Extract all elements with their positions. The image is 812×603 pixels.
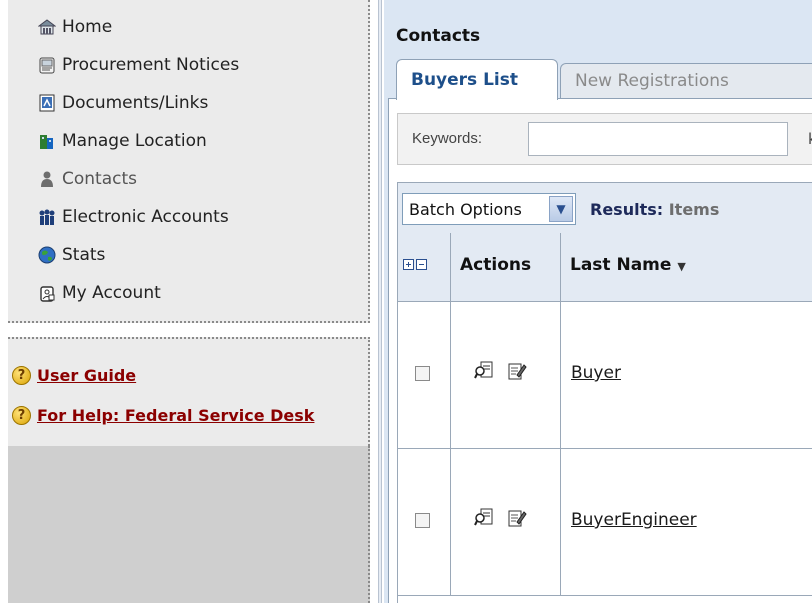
column-header-last-name[interactable]: Last Name ▼ [570,255,686,275]
sidebar-item-documents-links[interactable]: Documents/Links [38,90,208,116]
table-row: BuyerEngineer [398,449,812,596]
sidebar: Home Procurement Notices Documents/Links… [0,0,380,603]
help-icon: ? [12,365,31,385]
sidebar-item-label: Manage Location [62,131,207,151]
next-field-label: k [808,130,812,148]
tab-panel: Keywords: k Batch Options ▼ Results: Ite… [388,98,812,603]
column-divider [450,302,451,448]
row-checkbox[interactable] [415,513,430,528]
tab-buyers-list[interactable]: Buyers List [396,59,558,100]
results-items: Items [668,200,720,219]
sidebar-item-electronic-accounts[interactable]: Electronic Accounts [38,204,229,230]
expand-collapse-controls [403,259,427,270]
sidebar-item-label: Stats [62,245,106,265]
batch-options-label: Batch Options [409,199,522,219]
account-icon [38,284,56,302]
sort-desc-icon[interactable]: ▼ [677,260,685,273]
column-header-actions: Actions [460,255,532,275]
notices-icon [38,56,56,74]
search-bar: Keywords: k [397,113,812,165]
expand-all-icon[interactable] [403,259,414,270]
column-divider [450,233,451,301]
contacts-grid: Batch Options ▼ Results: Items Actions L… [397,182,812,603]
sidebar-item-label: Home [62,17,113,37]
sidebar-item-label: Procurement Notices [62,55,240,75]
panel-divider[interactable] [378,0,382,603]
contacts-icon [38,170,56,188]
row-checkbox[interactable] [415,366,430,381]
results-label: Results: [590,200,664,219]
keywords-label: Keywords: [412,130,483,147]
column-divider [560,302,561,448]
results-summary: Results: Items [590,200,719,219]
sidebar-filler [8,446,370,603]
last-name-link[interactable]: Buyer [571,363,621,383]
chevron-down-icon[interactable]: ▼ [549,196,573,222]
column-divider [450,449,451,595]
home-icon [37,18,57,36]
edit-icon[interactable] [507,508,527,528]
edit-icon[interactable] [507,361,527,381]
documents-icon [38,94,56,112]
globe-icon [38,246,56,264]
sidebar-item-label: Contacts [62,169,137,189]
sidebar-item-contacts[interactable]: Contacts [38,166,137,192]
sidebar-item-label: Documents/Links [62,93,209,113]
grid-toolbar: Batch Options ▼ Results: Items [398,183,812,234]
batch-options-select[interactable]: Batch Options ▼ [402,193,576,225]
accounts-icon [38,208,56,226]
sidebar-item-label: My Account [62,283,161,303]
sidebar-item-procurement-notices[interactable]: Procurement Notices [38,52,239,78]
user-guide-link[interactable]: User Guide [37,366,136,385]
column-divider [560,449,561,595]
grid-header-row: Actions Last Name ▼ [398,233,812,302]
sidebar-nav: Home Procurement Notices Documents/Links… [8,0,370,323]
help-panel: ? User Guide ? For Help: Federal Service… [8,337,370,446]
column-divider [560,233,561,301]
sidebar-item-home[interactable]: Home [37,14,113,40]
sidebar-item-label: Electronic Accounts [62,207,229,227]
table-row: Buyer [398,302,812,449]
page-title: Contacts [396,26,481,46]
sidebar-item-stats[interactable]: Stats [38,242,105,268]
help-item-service-desk: ? For Help: Federal Service Desk [12,403,314,427]
view-details-icon[interactable] [474,360,494,382]
location-icon [38,132,56,150]
sidebar-item-manage-location[interactable]: Manage Location [38,128,207,154]
view-details-icon[interactable] [474,507,494,529]
help-icon: ? [12,405,31,425]
federal-service-desk-link[interactable]: For Help: Federal Service Desk [37,406,314,425]
help-item-user-guide: ? User Guide [12,363,136,387]
keywords-input[interactable] [528,122,788,156]
last-name-link[interactable]: BuyerEngineer [571,510,697,530]
sidebar-item-my-account[interactable]: My Account [38,280,161,306]
collapse-all-icon[interactable] [416,259,427,270]
tab-new-registrations[interactable]: New Registrations [560,63,812,98]
main-panel: Contacts Buyers List New Registrations K… [384,0,812,603]
column-header-label: Last Name [570,255,672,275]
